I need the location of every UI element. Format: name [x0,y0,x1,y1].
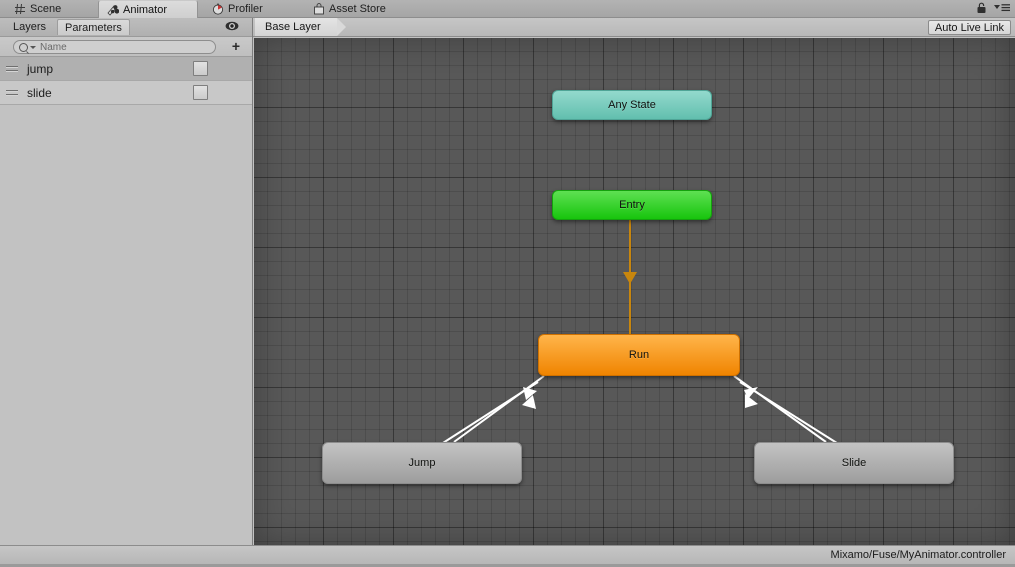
graph-toolbar: Base Layer Auto Live Link [253,18,1015,37]
animator-state-graph[interactable]: Any State Entry Run Jump Slide [254,38,1015,545]
state-node-entry-label: Entry [619,199,645,211]
state-node-run-label: Run [628,349,650,361]
tab-animator-label: Animator [123,3,168,16]
drag-handle-icon[interactable] [6,65,18,72]
subtab-parameters[interactable]: Parameters [57,19,130,35]
window-controls [976,0,1011,18]
search-icon [19,42,28,52]
drag-handle-icon[interactable] [6,89,18,96]
panel-menu-icon[interactable] [993,3,1011,16]
eye-icon[interactable] [224,20,240,33]
tab-profiler[interactable]: Profiler [204,0,284,18]
tab-animator[interactable]: Animator [98,0,198,18]
grid-icon [14,3,26,15]
tab-profiler-label: Profiler [228,3,263,15]
search-input[interactable]: Name [13,40,216,54]
auto-live-link-button[interactable]: Auto Live Link [927,20,1011,35]
asset-path-label: Mixamo/Fuse/MyAnimator.controller [830,549,1006,561]
parameter-name-jump: jump [27,61,54,76]
tab-scene-label: Scene [30,3,62,15]
state-node-jump-label: Jump [408,457,436,469]
parameter-row-slide[interactable]: slide [0,81,252,105]
tab-asset-store-label: Asset Store [329,3,386,15]
transition-jump-to-run [431,381,539,451]
search-placeholder: Name [40,41,67,53]
subtab-parameters-label: Parameters [65,22,122,34]
state-node-any-state-label: Any State [608,99,656,111]
state-node-slide-label: Slide [841,457,867,469]
add-parameter-label: + [231,38,241,54]
parameter-name-slide: slide [27,85,52,100]
add-parameter-button[interactable]: + [228,38,244,54]
state-node-slide[interactable]: Slide [754,442,954,484]
parameter-checkbox-slide[interactable] [193,85,208,100]
transition-slide-to-run [739,381,849,451]
tab-asset-store[interactable]: Asset Store [305,0,405,18]
state-node-any-state[interactable]: Any State [552,90,712,120]
unity-editor-window: Scene Animator Profiler Asset Store Laye… [0,0,1015,567]
state-node-jump[interactable]: Jump [322,442,522,484]
subtab-layers[interactable]: Layers [6,19,53,35]
lock-icon[interactable] [976,2,987,17]
state-node-run[interactable]: Run [538,334,740,376]
parameter-row-jump[interactable]: jump [0,57,252,81]
subtab-layers-label: Layers [13,21,47,33]
parameters-panel: Layers Parameters Name + jump slide [0,18,253,559]
breadcrumb[interactable]: Base Layer [255,18,346,36]
parameter-search-row: Name + [0,37,252,57]
store-icon [313,3,325,15]
auto-live-link-label: Auto Live Link [934,22,1004,34]
breadcrumb-label: Base Layer [265,21,321,33]
panel-subtab-bar: Layers Parameters [0,18,252,37]
parameter-checkbox-jump[interactable] [193,61,208,76]
tab-scene[interactable]: Scene [6,0,88,18]
animator-icon [107,4,120,16]
parameter-list: jump slide [0,57,252,105]
chevron-down-icon[interactable] [30,45,36,49]
editor-tab-bar: Scene Animator Profiler Asset Store [0,0,1015,18]
profiler-icon [212,3,224,15]
transition-entry-to-run [623,220,637,334]
state-node-entry[interactable]: Entry [552,190,712,220]
